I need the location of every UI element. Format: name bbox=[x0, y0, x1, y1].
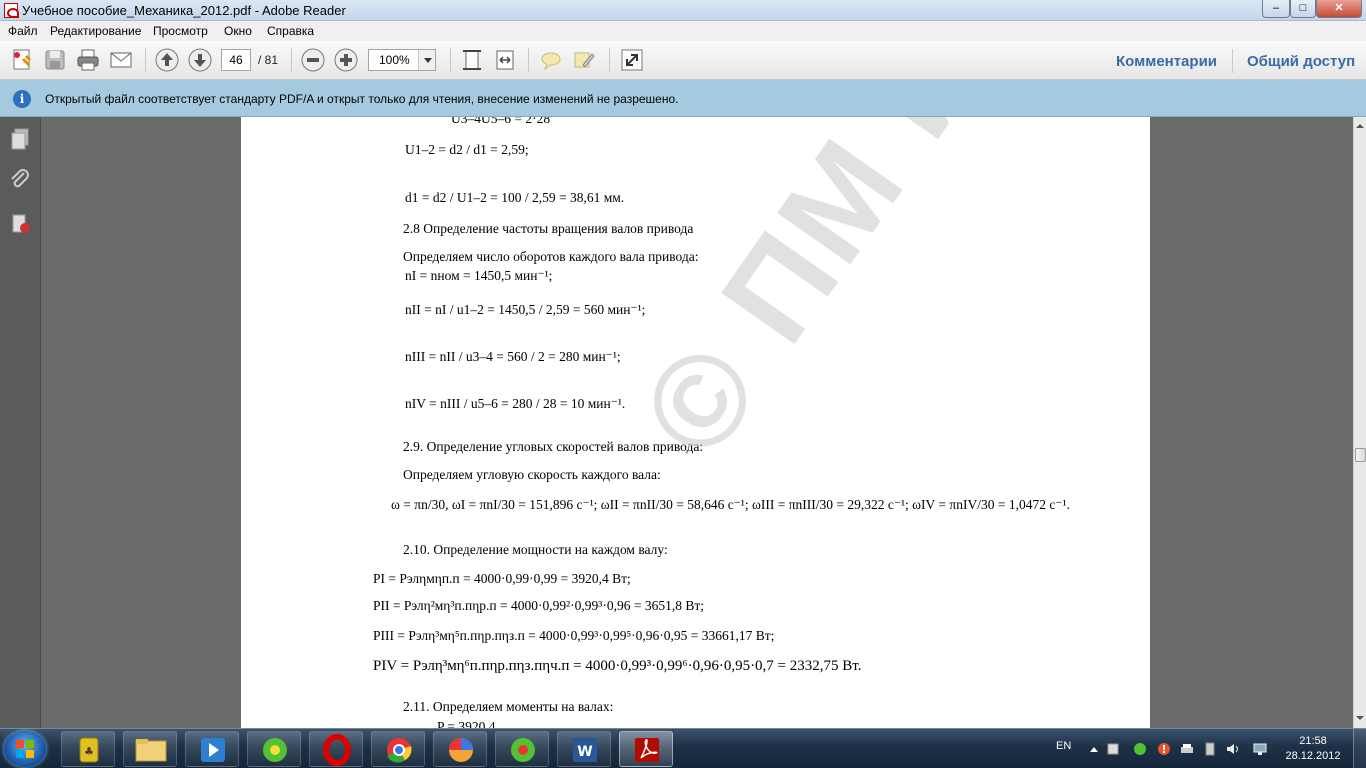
page-thumbnails-icon[interactable] bbox=[6, 125, 34, 153]
formula-n1: nI = nном = 1450,5 мин⁻¹; bbox=[405, 268, 553, 283]
taskbar-app-explorer[interactable] bbox=[123, 731, 177, 767]
fit-width-icon[interactable] bbox=[492, 47, 518, 73]
toolbar-separator bbox=[145, 48, 146, 72]
comments-panel-button[interactable]: Комментарии bbox=[1116, 53, 1217, 70]
taskbar-app-picasa[interactable] bbox=[433, 731, 487, 767]
taskbar-app-adobe-reader[interactable] bbox=[619, 731, 673, 767]
formula-t1-partial: P = 3920,4 bbox=[437, 719, 496, 728]
taskbar-app-icq[interactable] bbox=[247, 731, 301, 767]
document-viewport[interactable]: U3–4U5–6 = 2·28 U1–2 = d2 / d1 = 2,59; d… bbox=[41, 117, 1353, 728]
show-hidden-icons[interactable] bbox=[1087, 742, 1101, 756]
show-desktop-button[interactable] bbox=[1353, 729, 1366, 768]
menu-view[interactable]: Просмотр bbox=[153, 24, 208, 38]
tray-app-icon[interactable] bbox=[1106, 742, 1120, 756]
adobe-reader-app-icon bbox=[4, 3, 19, 18]
save-icon[interactable] bbox=[42, 47, 68, 73]
expand-icon[interactable] bbox=[619, 47, 645, 73]
taskbar-app-chrome[interactable] bbox=[371, 731, 425, 767]
highlight-icon[interactable] bbox=[571, 47, 597, 73]
taskbar-app-word[interactable]: W bbox=[557, 731, 611, 767]
taskbar-app-opera[interactable] bbox=[309, 731, 363, 767]
formula-n4: nIV = nIII / u5–6 = 280 / 28 = 10 мин⁻¹. bbox=[405, 396, 626, 411]
volume-icon[interactable] bbox=[1226, 742, 1240, 756]
formula-u12: U1–2 = d2 / d1 = 2,59; bbox=[405, 142, 529, 157]
toolbar-separator bbox=[450, 48, 451, 72]
menu-edit[interactable]: Редактирование bbox=[50, 24, 141, 38]
tray-device-icon[interactable] bbox=[1203, 742, 1217, 756]
zoom-select[interactable]: 100% bbox=[368, 49, 436, 71]
zoom-out-icon[interactable] bbox=[300, 47, 326, 73]
section-2-9-heading: 2.9. Определение угловых скоростей валов… bbox=[403, 439, 704, 454]
menu-bar: Файл Редактирование Просмотр Окно Справк… bbox=[0, 21, 1366, 41]
taskbar-app-media-player[interactable] bbox=[185, 731, 239, 767]
formula-p1: PI = Pэлηмηп.п = 4000·0,99·0,99 = 3920,4… bbox=[373, 571, 631, 586]
window-title: Учебное пособие_Механика_2012.pdf - Adob… bbox=[22, 3, 346, 18]
email-icon[interactable] bbox=[108, 47, 134, 73]
previous-page-icon[interactable] bbox=[154, 47, 180, 73]
menu-help[interactable]: Справка bbox=[267, 24, 314, 38]
maximize-button[interactable]: □ bbox=[1290, 0, 1316, 18]
navigation-panel bbox=[0, 117, 41, 728]
clock-time: 21:58 bbox=[1299, 735, 1327, 747]
toolbar-separator bbox=[291, 48, 292, 72]
scroll-thumb[interactable] bbox=[1355, 448, 1366, 462]
section-2-10-heading: 2.10. Определение мощности на каждом вал… bbox=[403, 542, 668, 557]
create-pdf-icon[interactable] bbox=[9, 47, 35, 73]
start-button[interactable] bbox=[4, 731, 46, 767]
paragraph-angular: Определяем угловую скорость каждого вала… bbox=[403, 467, 661, 482]
signatures-icon[interactable] bbox=[6, 210, 34, 238]
taskbar-app-icq-2[interactable] bbox=[495, 731, 549, 767]
formula-n3: nIII = nII / u3–4 = 560 / 2 = 280 мин⁻¹; bbox=[405, 349, 621, 364]
toolbar-separator bbox=[1232, 49, 1233, 73]
fit-page-icon[interactable] bbox=[459, 47, 485, 73]
formula-p4: PIV = Pэлη³мη⁶п.пηр.пηз.пηч.п = 4000·0,9… bbox=[373, 658, 862, 674]
toolbar-separator bbox=[609, 48, 610, 72]
print-icon[interactable] bbox=[75, 47, 101, 73]
paragraph-rpm: Определяем число оборотов каждого вала п… bbox=[403, 249, 699, 264]
page-total: / 81 bbox=[258, 53, 279, 67]
page-number-input[interactable]: 46 bbox=[221, 49, 251, 71]
toolbar: 46 / 81 100% Комментарии Общий доступ bbox=[0, 41, 1366, 80]
next-page-icon[interactable] bbox=[187, 47, 213, 73]
scroll-up-icon[interactable] bbox=[1354, 119, 1366, 133]
svg-text:♣: ♣ bbox=[84, 745, 94, 758]
formula-d1: d1 = d2 / U1–2 = 100 / 2,59 = 38,61 мм. bbox=[405, 190, 625, 205]
formula-u34-u56: U3–4U5–6 = 2·28 bbox=[451, 117, 551, 126]
formula-n2: nII = nI / u1–2 = 1450,5 / 2,59 = 560 ми… bbox=[405, 302, 646, 317]
comment-icon[interactable] bbox=[538, 47, 564, 73]
info-message: Открытый файл соответствует стандарту PD… bbox=[45, 92, 679, 106]
pdfa-info-bar: i Открытый файл соответствует стандарту … bbox=[0, 80, 1366, 117]
menu-file[interactable]: Файл bbox=[8, 24, 38, 38]
close-button[interactable]: ✕ bbox=[1316, 0, 1362, 18]
minimize-button[interactable]: – bbox=[1262, 0, 1290, 18]
clock-date: 28.12.2012 bbox=[1285, 750, 1341, 762]
formula-p3: PIII = Pэлη³мη⁵п.пηр.пηз.п = 4000·0,99³·… bbox=[373, 628, 775, 643]
chevron-down-icon[interactable] bbox=[418, 50, 435, 70]
language-indicator[interactable]: EN bbox=[1056, 740, 1071, 768]
tray-alert-icon[interactable] bbox=[1157, 742, 1171, 756]
taskbar: ♣ W EN 21:58 28.12.2012 bbox=[0, 728, 1366, 768]
section-2-8-heading: 2.8 Определение частоты вращения валов п… bbox=[403, 221, 694, 236]
zoom-in-icon[interactable] bbox=[333, 47, 359, 73]
tray-icq-icon[interactable] bbox=[1133, 742, 1147, 756]
share-panel-button[interactable]: Общий доступ bbox=[1247, 53, 1355, 70]
svg-text:W: W bbox=[577, 744, 592, 760]
info-icon: i bbox=[13, 90, 31, 108]
zoom-value: 100% bbox=[379, 53, 410, 67]
scroll-down-icon[interactable] bbox=[1354, 712, 1366, 726]
formula-omega: ω = πn/30, ωI = πnI/30 = 151,896 с⁻¹; ωI… bbox=[391, 497, 1070, 512]
menu-window[interactable]: Окно bbox=[224, 24, 252, 38]
section-2-11-heading: 2.11. Определяем моменты на валах: bbox=[403, 699, 614, 714]
watermark: © ПМ и СМ bbox=[612, 117, 1147, 482]
vertical-scrollbar[interactable] bbox=[1353, 117, 1366, 728]
toolbar-separator bbox=[528, 48, 529, 72]
attachments-icon[interactable] bbox=[6, 167, 34, 195]
tray-printer-icon[interactable] bbox=[1180, 742, 1194, 756]
network-icon[interactable] bbox=[1253, 742, 1267, 756]
title-bar: Учебное пособие_Механика_2012.pdf - Adob… bbox=[0, 0, 1366, 21]
taskbar-app-games[interactable]: ♣ bbox=[61, 731, 115, 767]
pdf-page: U3–4U5–6 = 2·28 U1–2 = d2 / d1 = 2,59; d… bbox=[241, 117, 1150, 728]
formula-p2: PII = Pэлη²мη³п.пηр.п = 4000·0,99²·0,99³… bbox=[373, 598, 704, 613]
system-clock[interactable]: 21:58 28.12.2012 bbox=[1283, 734, 1343, 764]
